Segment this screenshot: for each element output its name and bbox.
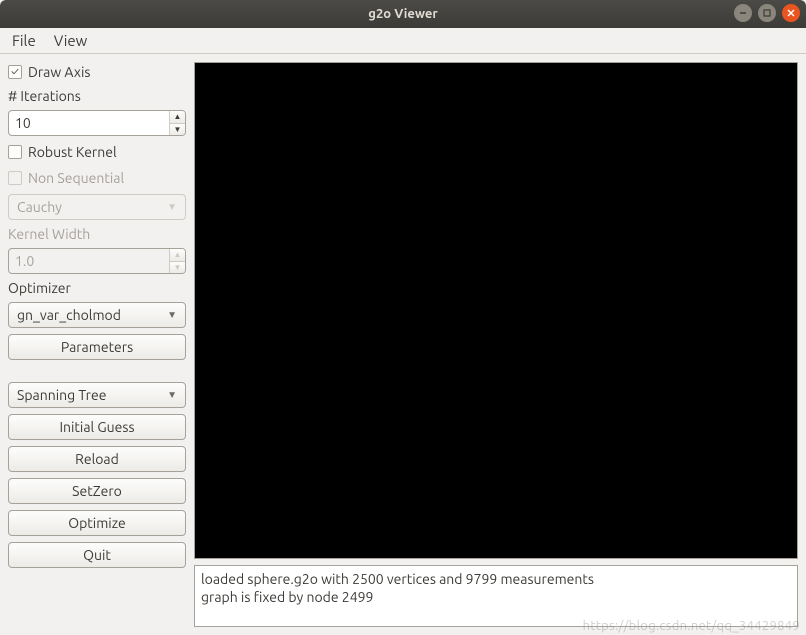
- iterations-spinbox[interactable]: 10 ▲ ▼: [8, 110, 186, 136]
- close-button[interactable]: [782, 4, 800, 22]
- spacer: [8, 366, 186, 376]
- optimizer-select[interactable]: gn_var_cholmod ▼: [8, 302, 186, 328]
- status-line-1: loaded sphere.g2o with 2500 vertices and…: [201, 570, 791, 588]
- status-line-2: graph is fixed by node 2499: [201, 588, 791, 606]
- draw-axis-checkbox[interactable]: Draw Axis: [8, 62, 186, 82]
- kernel-width-spinbox: 1.0 ▲ ▼: [8, 248, 186, 274]
- checkbox-box-icon: [8, 145, 22, 159]
- spin-up-icon: ▲: [170, 249, 185, 261]
- init-method-select[interactable]: Spanning Tree ▼: [8, 382, 186, 408]
- optimize-button[interactable]: Optimize: [8, 510, 186, 536]
- kernel-type-value: Cauchy: [17, 199, 62, 215]
- parameters-button-label: Parameters: [61, 339, 133, 355]
- quit-button-label: Quit: [83, 547, 111, 563]
- window-title: g2o Viewer: [368, 7, 437, 21]
- non-sequential-checkbox: Non Sequential: [8, 168, 186, 188]
- spin-up-icon[interactable]: ▲: [170, 111, 185, 123]
- menu-view[interactable]: View: [52, 30, 90, 51]
- spin-buttons: ▲ ▼: [169, 249, 185, 273]
- maximize-button[interactable]: [758, 4, 776, 22]
- chevron-down-icon: ▼: [167, 389, 177, 401]
- spin-down-icon[interactable]: ▼: [170, 123, 185, 136]
- reload-button[interactable]: Reload: [8, 446, 186, 472]
- optimize-button-label: Optimize: [68, 515, 125, 531]
- status-output[interactable]: loaded sphere.g2o with 2500 vertices and…: [194, 565, 798, 627]
- iterations-label: # Iterations: [8, 88, 186, 104]
- titlebar: g2o Viewer: [0, 0, 806, 28]
- content: Draw Axis # Iterations 10 ▲ ▼ Robust Ker…: [0, 54, 806, 635]
- minimize-button[interactable]: [734, 4, 752, 22]
- main-area: loaded sphere.g2o with 2500 vertices and…: [194, 62, 798, 627]
- initial-guess-button-label: Initial Guess: [59, 419, 134, 435]
- draw-axis-label: Draw Axis: [28, 64, 90, 80]
- gl-viewport[interactable]: [194, 62, 798, 559]
- menu-file[interactable]: File: [10, 30, 38, 51]
- kernel-width-value: 1.0: [9, 249, 169, 273]
- checkbox-box-icon: [8, 171, 22, 185]
- setzero-button[interactable]: SetZero: [8, 478, 186, 504]
- kernel-width-label: Kernel Width: [8, 226, 186, 242]
- menubar: File View: [0, 28, 806, 54]
- setzero-button-label: SetZero: [72, 483, 122, 499]
- spin-buttons: ▲ ▼: [169, 111, 185, 135]
- chevron-down-icon: ▼: [167, 309, 177, 321]
- initial-guess-button[interactable]: Initial Guess: [8, 414, 186, 440]
- parameters-button[interactable]: Parameters: [8, 334, 186, 360]
- robust-kernel-checkbox[interactable]: Robust Kernel: [8, 142, 186, 162]
- checkbox-box-icon: [8, 65, 22, 79]
- iterations-value[interactable]: 10: [9, 111, 169, 135]
- robust-kernel-label: Robust Kernel: [28, 144, 117, 160]
- window-controls: [734, 4, 800, 22]
- init-method-value: Spanning Tree: [17, 387, 106, 403]
- optimizer-value: gn_var_cholmod: [17, 307, 121, 323]
- quit-button[interactable]: Quit: [8, 542, 186, 568]
- spin-down-icon: ▼: [170, 261, 185, 274]
- sidebar: Draw Axis # Iterations 10 ▲ ▼ Robust Ker…: [8, 62, 186, 627]
- optimizer-label: Optimizer: [8, 280, 186, 296]
- chevron-down-icon: ▼: [167, 201, 177, 213]
- kernel-type-select: Cauchy ▼: [8, 194, 186, 220]
- non-sequential-label: Non Sequential: [28, 170, 124, 186]
- reload-button-label: Reload: [75, 451, 119, 467]
